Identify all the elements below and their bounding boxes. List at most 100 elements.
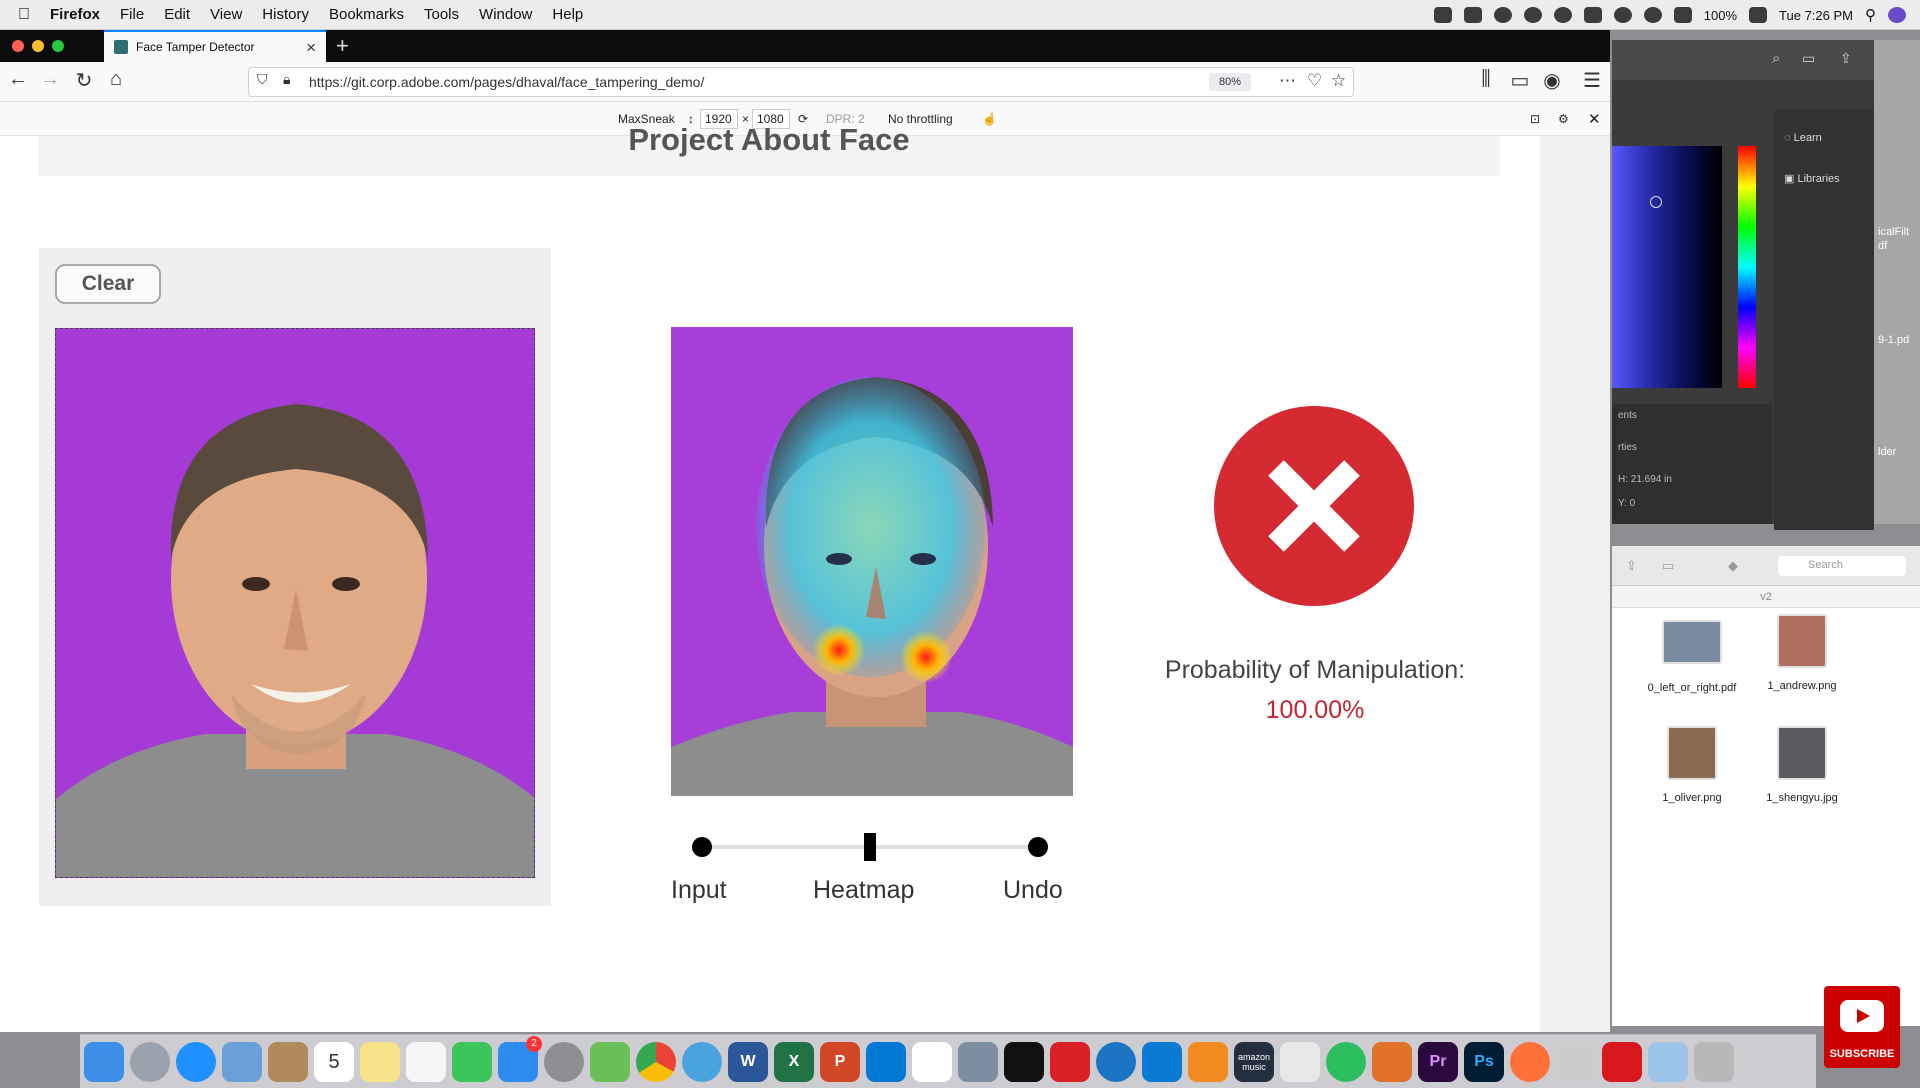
volume-icon[interactable]: [1673, 7, 1692, 23]
acrobat-dock-icon[interactable]: [1602, 1041, 1642, 1082]
url-text[interactable]: https://git.corp.adobe.com/pages/dhaval/…: [309, 74, 704, 90]
close-tab-icon[interactable]: ×: [306, 38, 316, 58]
new-tab-icon[interactable]: +: [336, 33, 349, 59]
clock[interactable]: Tue 7:26 PM: [1779, 8, 1853, 23]
display-icon[interactable]: [1583, 7, 1602, 23]
menu-edit[interactable]: Edit: [164, 6, 190, 23]
downloads-dock-icon[interactable]: [1648, 1041, 1688, 1082]
page-actions-icon[interactable]: ⋯: [1279, 71, 1296, 91]
slack-dock-icon[interactable]: [912, 1041, 952, 1082]
vpn-dock-icon[interactable]: [682, 1041, 722, 1082]
file-item[interactable]: 1_oliver.png: [1637, 726, 1747, 804]
notebook-dock-icon[interactable]: [268, 1041, 308, 1082]
desktop-file-label-b[interactable]: df: [1878, 240, 1887, 252]
hamburger-menu-icon[interactable]: ☰: [1578, 68, 1606, 93]
powerpoint-dock-icon[interactable]: P: [820, 1041, 860, 1082]
close-rdm-icon[interactable]: ✕: [1588, 110, 1601, 128]
dropbox-icon[interactable]: [1463, 7, 1482, 23]
file-item[interactable]: 1_shengyu.jpg: [1747, 726, 1857, 804]
reminders-dock-icon[interactable]: [406, 1041, 446, 1082]
heatmap-image[interactable]: [671, 327, 1073, 796]
slider-label-heatmap[interactable]: Heatmap: [813, 876, 914, 905]
library-icon[interactable]: ⫼: [1472, 68, 1500, 91]
desktop-file-label-c[interactable]: 9-1.pd: [1878, 334, 1909, 346]
ps-share-icon[interactable]: ⇪: [1840, 50, 1852, 67]
account-icon[interactable]: ◉: [1538, 68, 1566, 93]
word-dock-icon[interactable]: W: [728, 1041, 768, 1082]
system-preferences-dock-icon[interactable]: [544, 1041, 584, 1082]
clear-button[interactable]: Clear: [55, 264, 161, 304]
menu-tools[interactable]: Tools: [424, 6, 459, 23]
ps-workspace-icon[interactable]: ▭: [1802, 50, 1815, 67]
slider-label-undo[interactable]: Undo: [1003, 876, 1063, 905]
ps-learn-button[interactable]: ◌ Learn: [1784, 132, 1822, 144]
shield-icon[interactable]: ⛉: [257, 71, 268, 88]
zoom-window-icon[interactable]: [52, 40, 64, 52]
finder-dock-icon[interactable]: [84, 1041, 124, 1082]
image-capture-dock-icon[interactable]: [958, 1041, 998, 1082]
launchpad-dock-icon[interactable]: [130, 1041, 170, 1082]
status-app-icon[interactable]: [1433, 7, 1452, 23]
finder-search-field[interactable]: Search: [1778, 556, 1906, 576]
input-face-image[interactable]: [55, 328, 535, 878]
amazon-music-dock-icon[interactable]: amazon music: [1234, 1041, 1274, 1082]
close-window-icon[interactable]: [12, 40, 24, 52]
notes-dock-icon[interactable]: [360, 1041, 400, 1082]
firefox-dock-icon[interactable]: [1510, 1041, 1550, 1082]
view-slider[interactable]: Input Heatmap Undo: [671, 826, 1091, 906]
facetime-dock-icon[interactable]: [452, 1041, 492, 1082]
lock-icon[interactable]: 🔒︎: [283, 71, 290, 88]
zoom-level[interactable]: 80%: [1209, 73, 1251, 91]
quicktime-dock-icon[interactable]: [1096, 1041, 1136, 1082]
ps-search-icon[interactable]: ⌕: [1772, 50, 1780, 67]
app-store-dock-icon[interactable]: 2: [498, 1035, 542, 1082]
sourcetree-dock-icon[interactable]: [590, 1041, 630, 1082]
minimize-window-icon[interactable]: [32, 40, 44, 52]
preview-dock-icon[interactable]: [222, 1041, 262, 1082]
sublime-dock-icon[interactable]: [1188, 1041, 1228, 1082]
file-item[interactable]: 1_andrew.png: [1747, 614, 1857, 692]
terminal-dock-icon[interactable]: [1004, 1041, 1044, 1082]
menu-view[interactable]: View: [210, 6, 242, 23]
slider-label-input[interactable]: Input: [671, 876, 727, 905]
spotlight-icon[interactable]: ⚲: [1865, 6, 1876, 24]
bookmark-star-icon[interactable]: ☆: [1331, 71, 1346, 91]
slider-stop-input[interactable]: [692, 837, 712, 857]
menu-bookmarks[interactable]: Bookmarks: [329, 6, 404, 23]
reload-icon[interactable]: ↻: [70, 68, 98, 93]
slider-handle[interactable]: [864, 833, 876, 861]
chrome-dock-icon[interactable]: [636, 1041, 676, 1082]
wifi-icon[interactable]: [1643, 7, 1662, 23]
youtube-subscribe-button[interactable]: SUBSCRIBE: [1824, 986, 1900, 1068]
menu-firefox[interactable]: Firefox: [50, 6, 100, 23]
vscode-dock-icon[interactable]: [1142, 1041, 1182, 1082]
menu-window[interactable]: Window: [479, 6, 532, 23]
trash-dock-icon[interactable]: [1694, 1041, 1734, 1082]
calculator-dock-icon[interactable]: [1556, 1041, 1596, 1082]
creative-cloud-dock-icon[interactable]: [1050, 1041, 1090, 1082]
calendar-dock-icon[interactable]: 5: [314, 1041, 354, 1082]
siri-icon[interactable]: [1888, 7, 1906, 23]
color-picker-cursor[interactable]: [1650, 196, 1662, 208]
pocket-icon[interactable]: ♡: [1307, 71, 1322, 91]
battery-icon[interactable]: [1749, 7, 1768, 23]
excel-dock-icon[interactable]: X: [774, 1041, 814, 1082]
safari-dock-icon[interactable]: [176, 1041, 216, 1082]
finder-tag-icon[interactable]: ▭: [1662, 558, 1674, 574]
menu-file[interactable]: File: [120, 6, 144, 23]
file-item[interactable]: 0_left_or_right.pdf: [1637, 620, 1747, 694]
desktop-file-label-a[interactable]: icalFilt: [1878, 226, 1909, 238]
slider-stop-undo[interactable]: [1028, 837, 1048, 857]
finder-share-icon[interactable]: ⇪: [1626, 558, 1637, 574]
menu-history[interactable]: History: [262, 6, 309, 23]
finder-dropbox-icon[interactable]: ◆: [1728, 558, 1738, 574]
tab-face-tamper-detector[interactable]: Face Tamper Detector ×: [104, 30, 326, 62]
apple-menu-icon[interactable]: : [18, 6, 30, 24]
hue-slider[interactable]: [1738, 146, 1756, 388]
premiere-dock-icon[interactable]: Pr: [1418, 1041, 1458, 1082]
url-bar[interactable]: ⛉ 🔒︎ https://git.corp.adobe.com/pages/dh…: [248, 67, 1354, 97]
settings-gear-icon[interactable]: ⚙: [1558, 112, 1569, 126]
forward-icon[interactable]: →: [36, 68, 64, 91]
photoshop-dock-icon[interactable]: Ps: [1464, 1041, 1504, 1082]
color-picker-field[interactable]: [1612, 146, 1722, 388]
